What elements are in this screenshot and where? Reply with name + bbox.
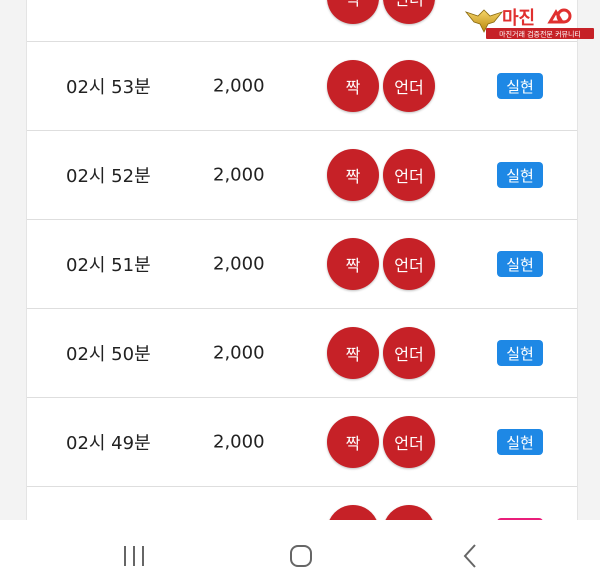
pick-chip-odd-even: 짝 — [327, 149, 379, 201]
pick-chip-odd-even: 짝 — [327, 505, 379, 520]
back-icon — [463, 544, 476, 568]
list-item[interactable]: 02시 51분 2,000 짝 언더 실현 — [27, 220, 577, 309]
system-navigation-bar — [0, 520, 600, 588]
bet-history-list: 짝 언더 02시 53분 2,000 짝 언더 실현 02시 52분 2,000… — [26, 0, 578, 520]
watermark-title: 마진 — [502, 8, 535, 29]
site-watermark-logo: 마진 마진거래 검증전문 커뮤니티 — [464, 8, 594, 39]
pick-chip-under-over: 언더 — [383, 327, 435, 379]
list-item[interactable]: 02시 53분 2,000 짝 언더 실현 — [27, 42, 577, 131]
pick-chip-under-over: 언더 — [383, 416, 435, 468]
bet-time: 02시 51분 — [66, 255, 151, 276]
home-icon — [290, 545, 312, 567]
pick-chip-odd-even: 짝 — [327, 327, 379, 379]
bet-amount: 2,000 — [213, 164, 265, 186]
viewport: 짝 언더 02시 53분 2,000 짝 언더 실현 02시 52분 2,000… — [0, 0, 600, 520]
pick-chip-under-over: 언더 — [383, 60, 435, 112]
pick-chip-odd-even: 짝 — [327, 238, 379, 290]
list-item[interactable]: 02시 48분 2,000 짝 언더 실격 — [27, 487, 577, 520]
home-button[interactable] — [283, 538, 319, 574]
pick-chip-odd-even: 짝 — [327, 416, 379, 468]
bet-amount: 2,000 — [213, 431, 265, 453]
pick-chip-under-over: 언더 — [383, 505, 435, 520]
list-item[interactable]: 02시 52분 2,000 짝 언더 실현 — [27, 131, 577, 220]
recent-apps-icon — [124, 546, 144, 566]
pick-chip-under-over: 언더 — [383, 0, 435, 24]
list-item[interactable]: 02시 49분 2,000 짝 언더 실현 — [27, 398, 577, 487]
bet-amount: 2,000 — [213, 253, 265, 275]
bet-time: 02시 49분 — [66, 433, 151, 454]
pick-chip-odd-even: 짝 — [327, 0, 379, 24]
watermark-subtitle: 마진거래 검증전문 커뮤니티 — [499, 30, 581, 39]
bet-time: 02시 52분 — [66, 166, 151, 187]
bet-time: 02시 50분 — [66, 344, 151, 365]
status-badge: 실현 — [497, 251, 543, 277]
pick-chip-under-over: 언더 — [383, 149, 435, 201]
status-badge: 실현 — [497, 340, 543, 366]
list-item[interactable]: 02시 50분 2,000 짝 언더 실현 — [27, 309, 577, 398]
status-badge: 실현 — [497, 429, 543, 455]
bet-time: 02시 53분 — [66, 77, 151, 98]
recent-apps-button[interactable] — [116, 538, 152, 574]
back-button[interactable] — [452, 538, 488, 574]
status-badge: 실현 — [497, 73, 543, 99]
pick-chip-under-over: 언더 — [383, 238, 435, 290]
pick-chip-odd-even: 짝 — [327, 60, 379, 112]
bet-amount: 2,000 — [213, 75, 265, 97]
status-badge: 실현 — [497, 162, 543, 188]
bet-amount: 2,000 — [213, 342, 265, 364]
logo-accent-icon — [547, 8, 572, 24]
